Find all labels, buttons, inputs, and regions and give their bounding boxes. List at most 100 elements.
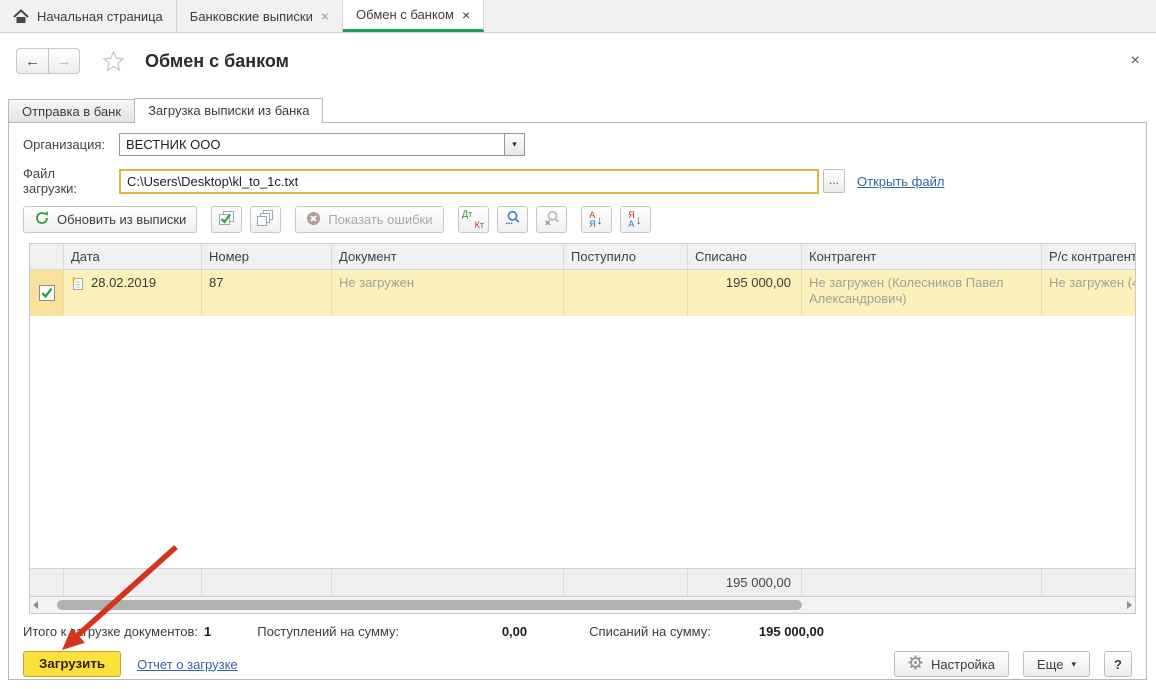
scroll-right-icon[interactable] bbox=[1127, 601, 1132, 609]
clear-all-flags-button[interactable] bbox=[250, 206, 281, 233]
header-number[interactable]: Номер bbox=[202, 244, 332, 269]
cell-received bbox=[564, 270, 688, 316]
file-label: Файл загрузки: bbox=[23, 166, 111, 196]
checkmark-icon bbox=[41, 287, 53, 299]
settings-label: Настройка bbox=[931, 657, 995, 672]
sort-za-icon: ЯА ↓ bbox=[628, 211, 642, 229]
written-off-sum-value: 195 000,00 bbox=[759, 624, 824, 639]
horizontal-scrollbar[interactable] bbox=[30, 596, 1135, 613]
cancel-search-button bbox=[536, 206, 567, 233]
row-select-checkbox[interactable] bbox=[39, 285, 55, 301]
more-button[interactable]: Еще ▾ bbox=[1023, 651, 1090, 677]
scrollbar-thumb[interactable] bbox=[57, 600, 802, 610]
documents-table: Дата Номер Документ Поступило Списано Ко… bbox=[29, 243, 1136, 614]
tab-bank-exchange[interactable]: Обмен с банком × bbox=[343, 0, 484, 32]
scroll-left-icon[interactable] bbox=[33, 601, 38, 609]
cell-written-off: 195 000,00 bbox=[688, 270, 802, 316]
organization-input[interactable] bbox=[120, 134, 504, 155]
more-label: Еще bbox=[1037, 657, 1063, 672]
debit-credit-icon: Дт Кт bbox=[462, 210, 484, 230]
written-off-sum-label: Списаний на сумму: bbox=[589, 624, 711, 639]
home-icon bbox=[13, 9, 29, 24]
gear-icon bbox=[908, 655, 923, 673]
footer-bar: Загрузить Отчет о загрузке Настройка Еще… bbox=[23, 651, 1132, 677]
table-header-row: Дата Номер Документ Поступило Списано Ко… bbox=[30, 244, 1136, 270]
favorite-star-icon[interactable] bbox=[102, 50, 125, 72]
search-cancel-icon bbox=[543, 210, 560, 229]
form-header: ← → Обмен с банком × bbox=[0, 33, 1156, 89]
organization-dropdown-button[interactable]: ▾ bbox=[504, 134, 524, 155]
cell-number: 87 bbox=[202, 270, 332, 316]
tab-home[interactable]: Начальная страница bbox=[0, 0, 177, 32]
dtkt-posting-button[interactable]: Дт Кт bbox=[458, 206, 489, 233]
refresh-from-statement-button[interactable]: Обновить из выписки bbox=[23, 206, 197, 233]
header-document[interactable]: Документ bbox=[332, 244, 564, 269]
show-errors-label: Показать ошибки bbox=[328, 212, 432, 227]
find-button[interactable] bbox=[497, 206, 528, 233]
refresh-label: Обновить из выписки bbox=[57, 212, 186, 227]
received-sum-value: 0,00 bbox=[457, 624, 527, 639]
cell-counterparty: Не загружен (Колесников Павел Александро… bbox=[802, 270, 1042, 316]
tab-bank-statements-label: Банковские выписки bbox=[190, 9, 313, 24]
window-tab-bar: Начальная страница Банковские выписки × … bbox=[0, 0, 1156, 33]
help-button[interactable]: ? bbox=[1104, 651, 1132, 677]
forward-arrow-icon: → bbox=[57, 53, 72, 70]
tab-home-label: Начальная страница bbox=[37, 9, 163, 24]
file-path-input[interactable] bbox=[119, 169, 819, 194]
toolbar: Обновить из выписки Показать ошибки Дт К… bbox=[23, 206, 1146, 233]
uncheck-all-icon bbox=[257, 210, 274, 229]
total-docs-value: 1 bbox=[204, 624, 211, 639]
organization-combo: ▾ bbox=[119, 133, 525, 156]
cell-account: Не загружен (408178107045 bbox=[1042, 270, 1136, 316]
chevron-down-icon: ▾ bbox=[1071, 659, 1076, 670]
header-date[interactable]: Дата bbox=[64, 244, 202, 269]
tab-send-to-bank[interactable]: Отправка в банк bbox=[8, 99, 135, 123]
close-icon[interactable]: × bbox=[462, 8, 470, 22]
settings-button[interactable]: Настройка bbox=[894, 651, 1009, 677]
search-icon bbox=[504, 210, 521, 229]
table-empty-area bbox=[30, 316, 1135, 568]
header-account[interactable]: Р/с контрагент bbox=[1042, 244, 1136, 269]
tab-load-statement[interactable]: Загрузка выписки из банка bbox=[134, 98, 323, 123]
page-tabs: Отправка в банк Загрузка выписки из банк… bbox=[0, 98, 1156, 123]
load-button[interactable]: Загрузить bbox=[23, 651, 121, 677]
refresh-icon bbox=[34, 210, 50, 229]
organization-label: Организация: bbox=[23, 137, 111, 152]
load-statement-panel: Организация: ▾ Файл загрузки: ... Открыт… bbox=[8, 122, 1147, 680]
back-button[interactable]: ← bbox=[17, 49, 48, 73]
browse-file-button[interactable]: ... bbox=[823, 169, 845, 193]
load-report-link[interactable]: Отчет о загрузке bbox=[137, 657, 238, 672]
summary-bar: Итого к загрузке документов: 1 Поступлен… bbox=[23, 624, 1146, 639]
tab-bank-exchange-label: Обмен с банком bbox=[356, 7, 454, 22]
header-received[interactable]: Поступило bbox=[564, 244, 688, 269]
totals-written-off: 195 000,00 bbox=[688, 569, 802, 596]
table-row[interactable]: 28.02.2019 87 Не загружен 195 000,00 Не … bbox=[30, 270, 1136, 316]
form-close-icon[interactable]: × bbox=[1131, 53, 1140, 69]
file-row: Файл загрузки: ... Открыть файл bbox=[23, 166, 1146, 196]
row-checkbox-cell bbox=[30, 270, 64, 316]
back-arrow-icon: ← bbox=[25, 53, 40, 70]
header-counterparty[interactable]: Контрагент bbox=[802, 244, 1042, 269]
set-all-flags-button[interactable] bbox=[211, 206, 242, 233]
sort-descending-button[interactable]: ЯА ↓ bbox=[620, 206, 651, 233]
cell-date: 28.02.2019 bbox=[64, 270, 202, 316]
received-sum-label: Поступлений на сумму: bbox=[257, 624, 399, 639]
open-file-link[interactable]: Открыть файл bbox=[857, 174, 944, 189]
total-docs-label: Итого к загрузке документов: bbox=[23, 624, 198, 639]
sort-az-icon: АЯ ↓ bbox=[589, 211, 603, 229]
sort-ascending-button[interactable]: АЯ ↓ bbox=[581, 206, 612, 233]
tab-bank-statements[interactable]: Банковские выписки × bbox=[177, 0, 343, 32]
show-errors-button: Показать ошибки bbox=[295, 206, 443, 233]
cell-document: Не загружен bbox=[332, 270, 564, 316]
header-written-off[interactable]: Списано bbox=[688, 244, 802, 269]
history-nav-group: ← → bbox=[16, 48, 80, 74]
error-circle-icon bbox=[306, 211, 321, 229]
forward-button[interactable]: → bbox=[48, 49, 79, 73]
chevron-down-icon: ▾ bbox=[512, 139, 517, 150]
close-icon[interactable]: × bbox=[321, 9, 329, 23]
check-all-icon bbox=[218, 210, 235, 229]
document-icon bbox=[71, 276, 85, 294]
page-title: Обмен с банком bbox=[145, 51, 289, 72]
header-checkbox-column bbox=[30, 244, 64, 269]
table-totals-row: 195 000,00 bbox=[30, 568, 1136, 596]
